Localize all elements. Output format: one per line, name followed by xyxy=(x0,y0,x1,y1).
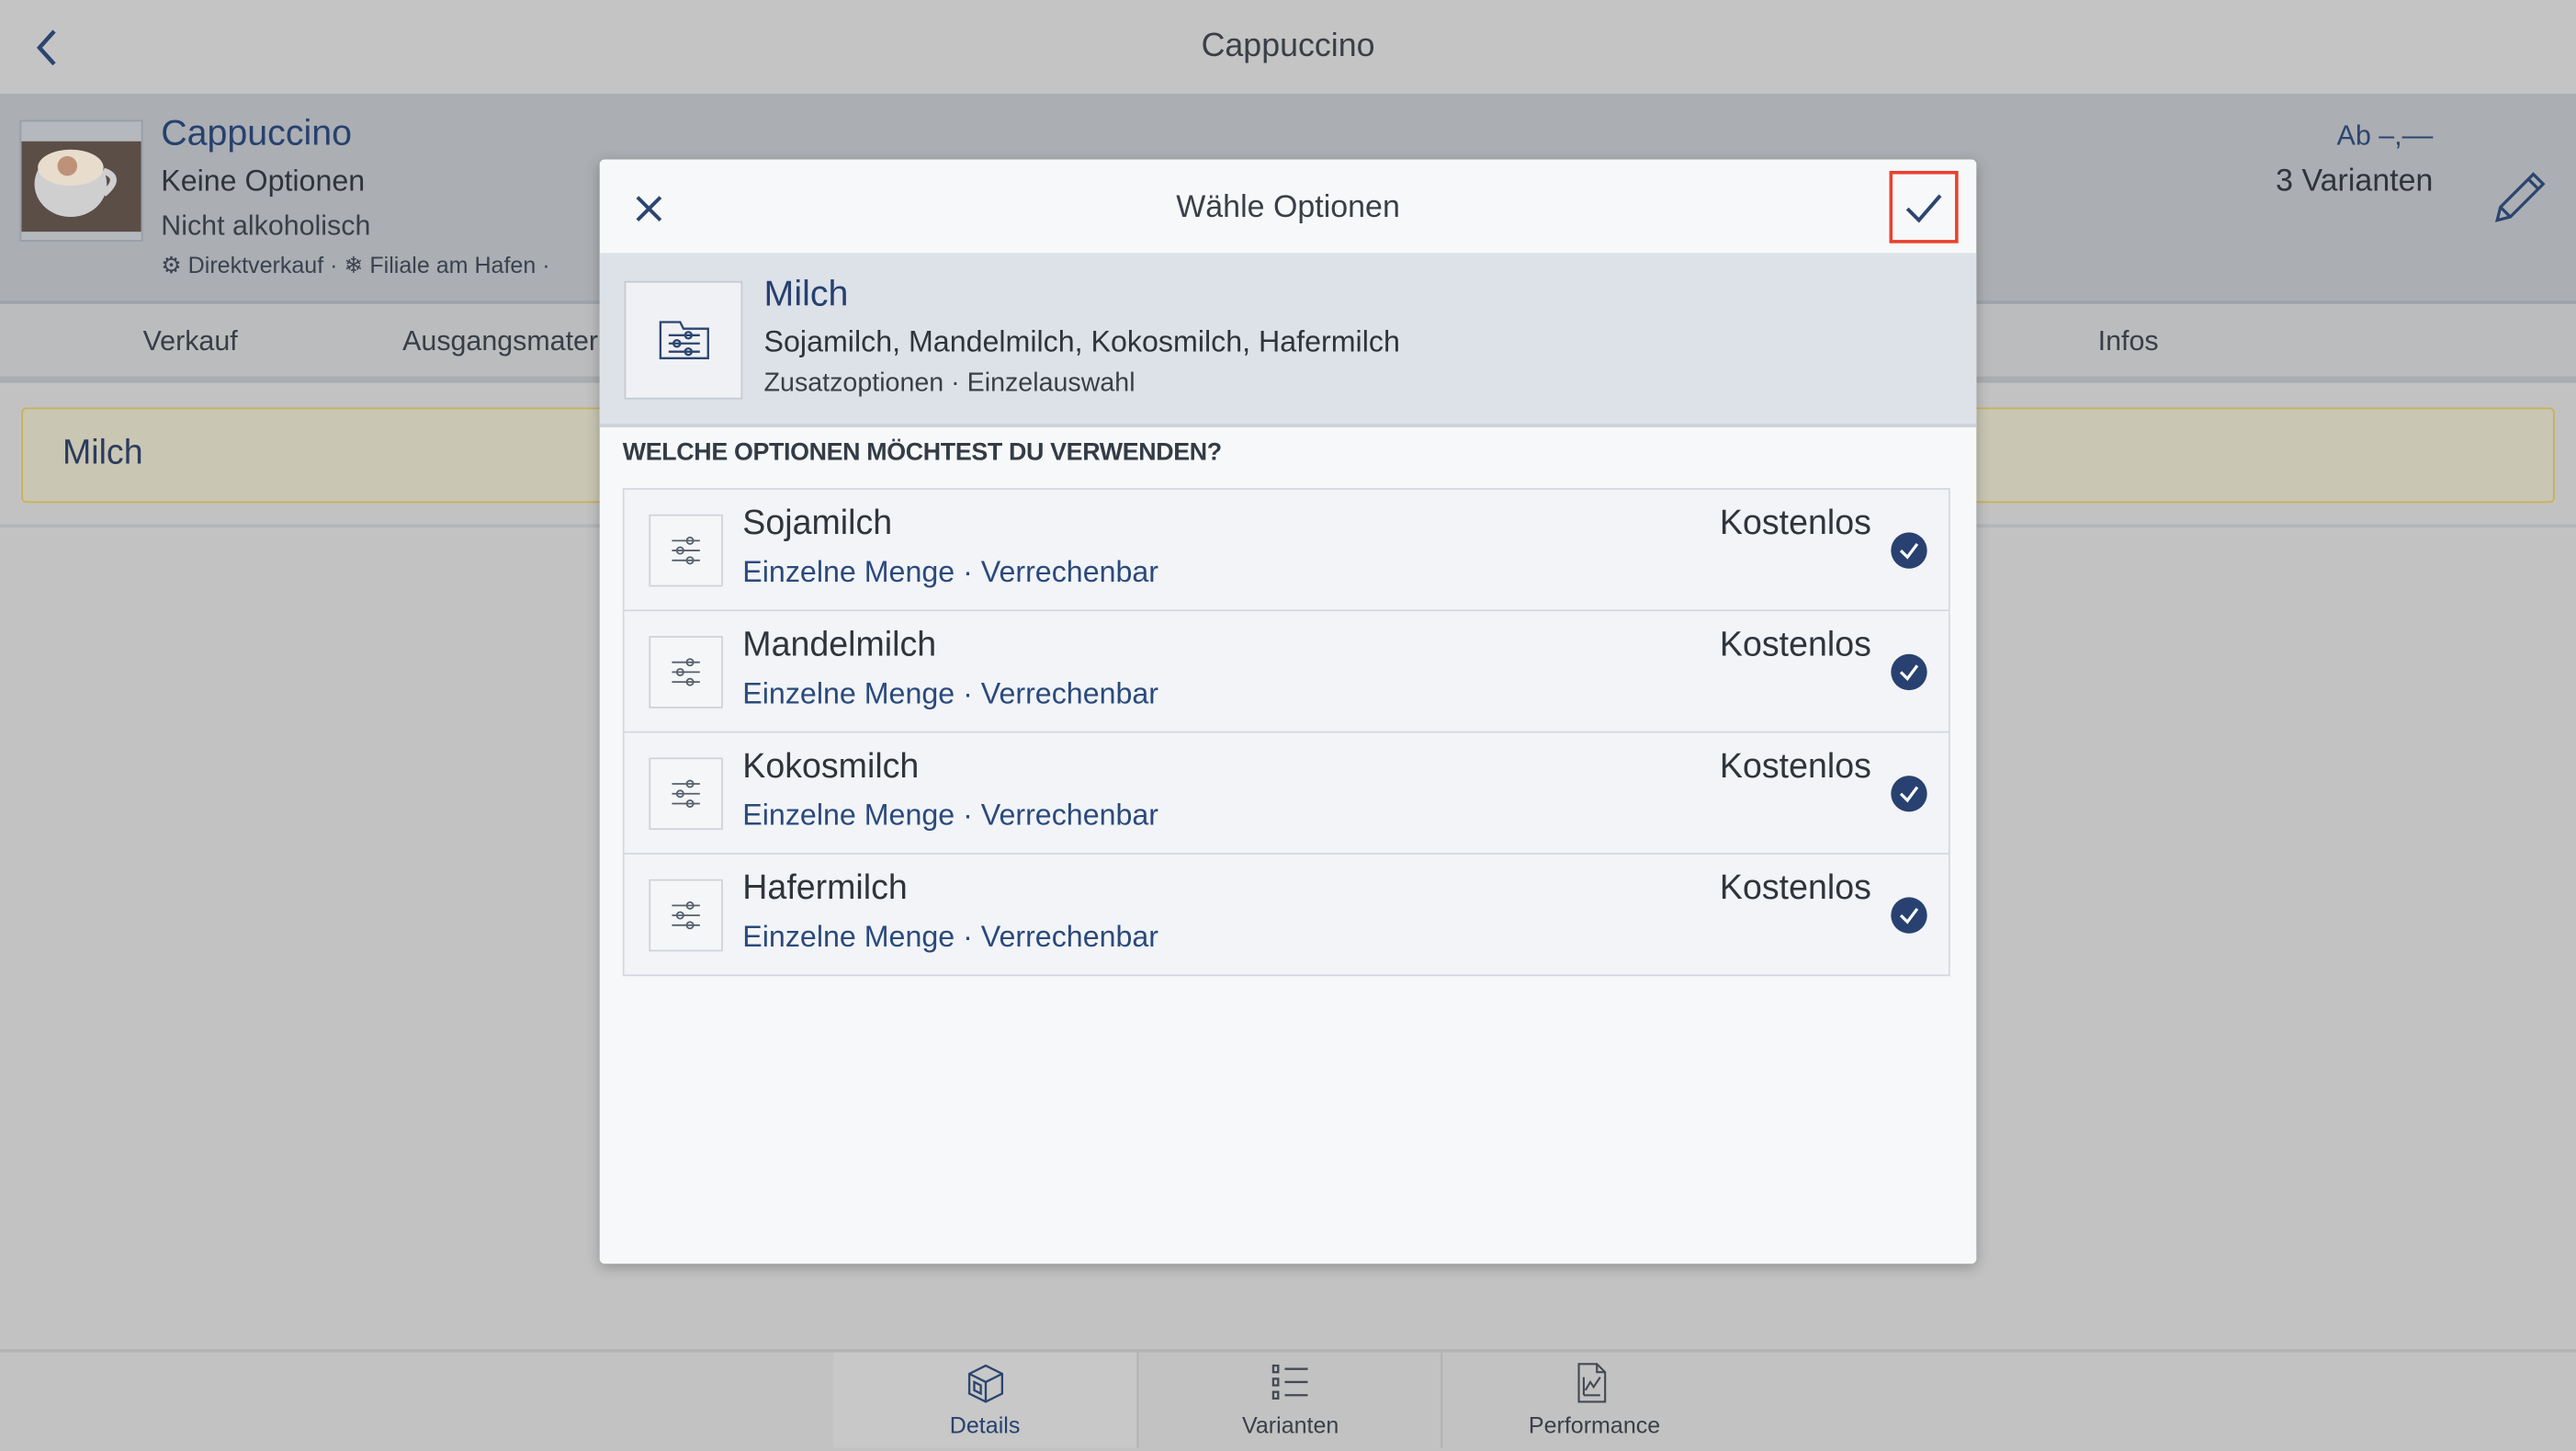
tab-infos[interactable]: Infos xyxy=(2098,325,2159,358)
sliders-icon xyxy=(649,636,723,708)
bottom-tab-performance[interactable]: Performance xyxy=(1441,1352,1746,1448)
option-name: Sojamilch xyxy=(742,504,893,543)
check-circle-icon[interactable] xyxy=(1891,897,1927,934)
check-circle-icon[interactable] xyxy=(1891,653,1927,691)
group-options: Sojamilch, Mandelmilch, Kokosmilch, Hafe… xyxy=(763,325,1400,358)
sliders-icon xyxy=(649,514,723,587)
product-name: Cappuccino xyxy=(161,111,353,153)
option-name: Kokosmilch xyxy=(742,747,920,786)
bottom-tab-varianten[interactable]: Varianten xyxy=(1136,1352,1443,1448)
confirm-button[interactable] xyxy=(1889,170,1959,244)
product-price: Ab –,–– xyxy=(2336,119,2434,152)
options-folder-icon xyxy=(624,280,743,400)
checkmark-icon xyxy=(1905,194,1942,223)
option-meta: Einzelne Menge · Verrechenbar xyxy=(742,555,1159,589)
page-title: Cappuccino xyxy=(1201,28,1375,64)
product-options: Keine Optionen xyxy=(161,164,366,198)
section-heading: WELCHE OPTIONEN MÖCHTEST DU VERWENDEN? xyxy=(622,438,1222,467)
top-bar: Cappuccino xyxy=(0,0,2576,94)
tab-ausgangsmaterial[interactable]: Ausgangsmateri xyxy=(402,325,604,358)
check-circle-icon[interactable] xyxy=(1891,776,1927,812)
group-meta: Zusatzoptionen · Einzelauswahl xyxy=(763,369,1135,398)
option-item[interactable]: Kokosmilch Einzelne Menge · Verrechenbar… xyxy=(622,732,1950,855)
box-icon xyxy=(967,1364,1004,1403)
product-image xyxy=(19,119,143,242)
check-circle-icon[interactable] xyxy=(1891,532,1927,569)
product-variants: 3 Varianten xyxy=(2276,164,2434,199)
modal-title: Wähle Optionen xyxy=(1176,190,1400,225)
pencil-icon[interactable] xyxy=(2491,171,2547,227)
option-meta: Einzelne Menge · Verrechenbar xyxy=(742,920,1159,954)
option-price: Kostenlos xyxy=(1719,504,1871,543)
list-icon xyxy=(1271,1364,1308,1400)
option-name: Mandelmilch xyxy=(742,626,937,664)
option-item[interactable]: Mandelmilch Einzelne Menge · Verrechenba… xyxy=(622,611,1950,733)
options-list: Sojamilch Einzelne Menge · Verrechenbar … xyxy=(622,488,1950,977)
option-meta: Einzelne Menge · Verrechenbar xyxy=(742,799,1159,832)
chart-document-icon xyxy=(1577,1363,1607,1403)
group-name: Milch xyxy=(763,272,849,314)
sliders-icon xyxy=(649,757,723,831)
option-group-summary: Milch Sojamilch, Mandelmilch, Kokosmilch… xyxy=(599,255,1977,427)
option-item[interactable]: Sojamilch Einzelne Menge · Verrechenbar … xyxy=(622,488,1950,612)
product-category: Nicht alkoholisch xyxy=(161,210,371,242)
gear-dollar-icon: ⚙ xyxy=(161,251,182,278)
product-meta: ⚙ Direktverkauf · ❄ Filiale am Hafen · xyxy=(161,251,550,278)
tab-verkauf[interactable]: Verkauf xyxy=(143,325,238,358)
option-item[interactable]: Hafermilch Einzelne Menge · Verrechenbar… xyxy=(622,854,1950,977)
option-meta: Einzelne Menge · Verrechenbar xyxy=(742,676,1159,710)
option-name: Hafermilch xyxy=(742,869,908,908)
network-icon: ❄ xyxy=(344,251,364,278)
bottom-tab-details[interactable]: Details xyxy=(832,1352,1137,1448)
option-price: Kostenlos xyxy=(1719,626,1871,664)
sliders-icon xyxy=(649,879,723,952)
options-modal: Wähle Optionen Milch Sojamilch, Mandelmi… xyxy=(599,159,1977,1264)
option-price: Kostenlos xyxy=(1719,747,1871,786)
option-price: Kostenlos xyxy=(1719,869,1871,908)
